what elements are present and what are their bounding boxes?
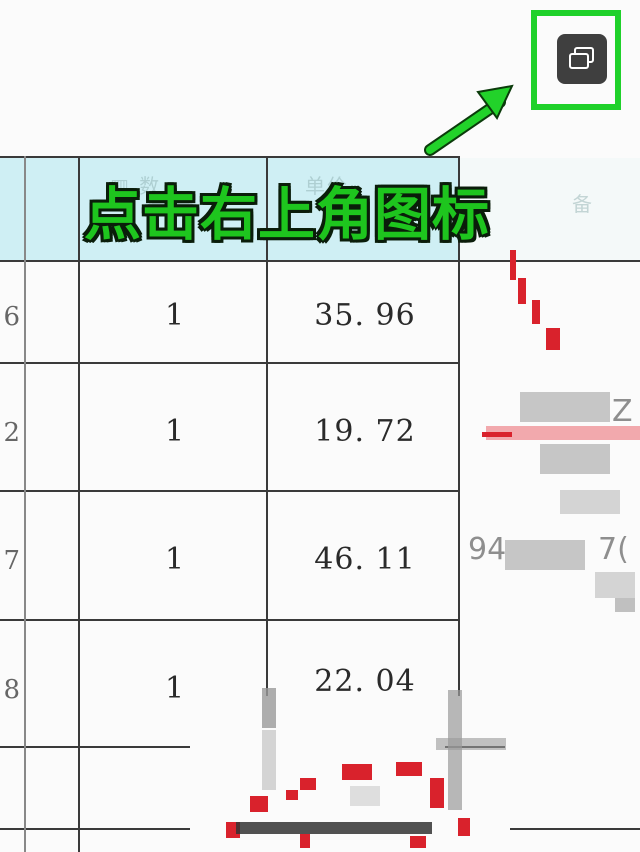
pointer-arrow-icon	[424, 84, 514, 156]
restore-window-button[interactable]	[557, 34, 607, 84]
image-viewer: ▥ 数 单价 备 6 1 35. 96 2 1 19. 72 7 1 46. 1…	[0, 0, 640, 852]
restore-window-icon	[569, 47, 594, 69]
instruction-overlay: 点击右上角图标	[84, 182, 490, 248]
